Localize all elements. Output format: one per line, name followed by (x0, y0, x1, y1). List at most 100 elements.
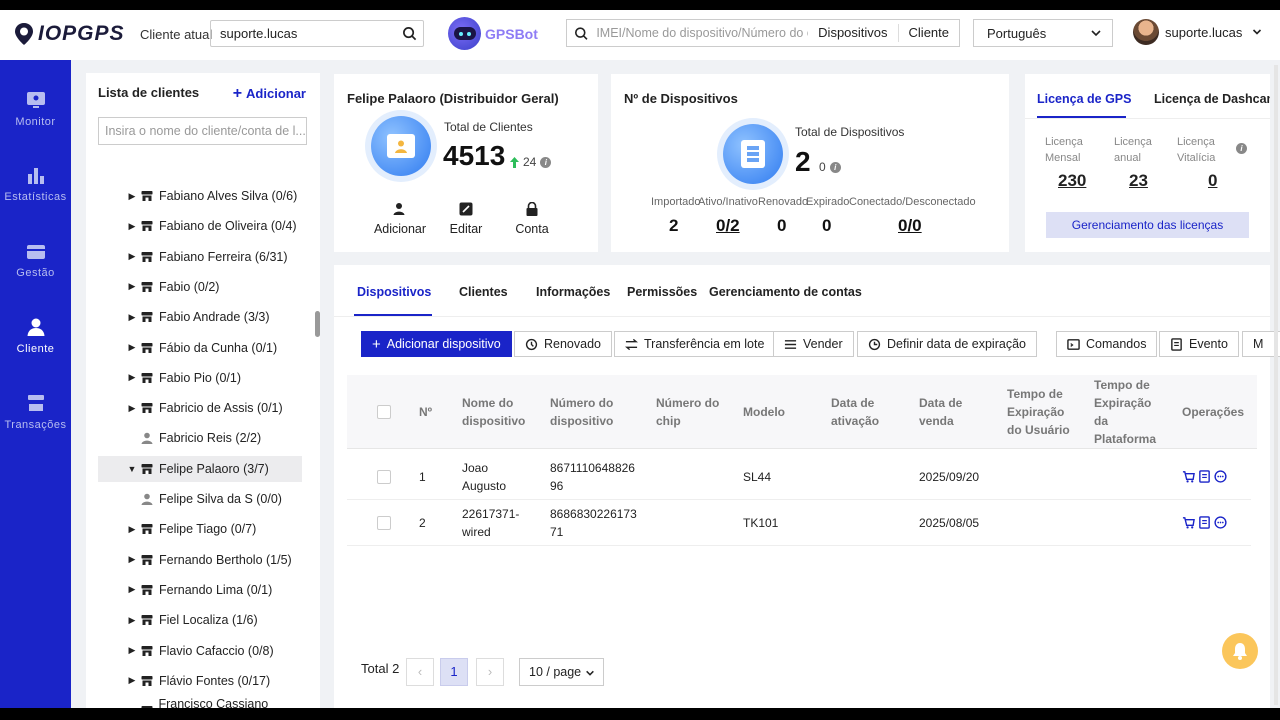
tab-account-management[interactable]: Gerenciamento de contas (709, 285, 862, 299)
client-tree-item[interactable]: ▶ Francisco Cassiano (1/50) (98, 697, 302, 708)
logo[interactable]: IOPGPS (14, 22, 125, 46)
col-sale-date[interactable]: Data de venda (919, 394, 962, 430)
table-row[interactable]: 2 22617371- wired 8686830226173 71 TK101 2025/… (347, 500, 1251, 546)
caret-right-icon[interactable]: ▶ (123, 372, 141, 383)
caret-right-icon[interactable]: ▶ (123, 281, 141, 292)
caret-right-icon[interactable]: ▶ (123, 221, 141, 232)
tab-devices[interactable]: Dispositivos (357, 285, 431, 299)
page-scrollbar[interactable] (1274, 65, 1278, 705)
client-tree-item[interactable]: ▶ Fabio Pio (0/1) (98, 365, 302, 391)
lifetime-license-value[interactable]: 0 (1208, 171, 1217, 191)
cart-icon[interactable] (1182, 516, 1195, 529)
avatar[interactable] (1133, 19, 1159, 45)
document-icon[interactable] (1198, 470, 1211, 483)
client-tree-item[interactable]: Fabricio Reis (2/2) (98, 425, 302, 451)
table-row[interactable]: 1 Joao Augusto 8671110648826 96 SL44 2025/09/2… (347, 454, 1251, 500)
sell-button[interactable]: Vender (773, 331, 854, 357)
monthly-license-value[interactable]: 230 (1058, 171, 1086, 191)
edit-button[interactable]: Editar (436, 202, 496, 236)
caret-right-icon[interactable]: ▶ (123, 615, 141, 626)
search-icon[interactable] (402, 26, 417, 41)
client-tree-item[interactable]: ▶ Felipe Tiago (0/7) (98, 516, 302, 542)
renewed-button[interactable]: Renovado (514, 331, 612, 357)
add-device-button[interactable]: + Adicionar dispositivo (361, 331, 512, 357)
row-device-number[interactable]: 8671110648826 96 (550, 459, 635, 495)
client-tree-item[interactable]: ▶ Flavio Cafaccio (0/8) (98, 638, 302, 664)
sidebar-item-management[interactable]: Gestão (0, 241, 71, 279)
page-size-select[interactable]: 10 / page (519, 658, 604, 686)
page-number[interactable]: 1 (440, 658, 468, 686)
caret-down-icon[interactable]: ▼ (123, 464, 141, 474)
client-tree-item[interactable]: ▼ Felipe Palaoro (3/7) (98, 455, 302, 482)
info-icon[interactable]: i (829, 161, 841, 173)
add-button[interactable]: Adicionar (370, 202, 430, 236)
client-tree-item[interactable]: ▶ Fabio (0/2) (98, 274, 302, 300)
info-icon[interactable]: i (1236, 143, 1247, 154)
col-device-name[interactable]: Nome do dispositivo (462, 394, 525, 430)
tab-information[interactable]: Informações (536, 285, 610, 299)
more-options-icon[interactable] (1214, 470, 1227, 483)
client-tree-item[interactable]: ▶ Fernando Lima (0/1) (98, 577, 302, 603)
col-platform-expiry[interactable]: Tempo de Expiração da Plataforma (1094, 376, 1156, 448)
active-inactive-value[interactable]: 0/2 (716, 216, 740, 236)
search-option-client[interactable]: Cliente (897, 24, 959, 42)
current-client-input[interactable]: suporte.lucas (210, 20, 424, 47)
sidebar-item-transactions[interactable]: Transações (0, 393, 71, 431)
client-search-input[interactable]: Insira o nome do cliente/conta de l... (98, 117, 307, 145)
sidebar-item-monitor[interactable]: Monitor (0, 90, 71, 128)
language-select[interactable]: Português (973, 19, 1113, 47)
global-search[interactable]: IMEI/Nome do dispositivo/Número do car..… (566, 19, 960, 47)
client-tree-item[interactable]: ▶ Fernando Bertholo (1/5) (98, 547, 302, 573)
client-tree-item[interactable]: ▶ Fabricio de Assis (0/1) (98, 395, 302, 421)
prev-page-button[interactable]: ‹ (406, 658, 434, 686)
add-client-button[interactable]: + Adicionar (233, 85, 306, 103)
caret-right-icon[interactable]: ▶ (123, 524, 141, 535)
commands-button[interactable]: Comandos (1056, 331, 1158, 357)
col-user-expiry[interactable]: Tempo de Expiração do Usuário (1007, 385, 1070, 439)
cart-icon[interactable] (1182, 470, 1195, 483)
next-page-button[interactable]: › (476, 658, 504, 686)
gpsbot-button[interactable]: GPSBot (448, 17, 538, 50)
caret-right-icon[interactable]: ▶ (123, 191, 141, 202)
caret-right-icon[interactable]: ▶ (123, 706, 141, 708)
row-device-number[interactable]: 8686830226173 71 (550, 505, 637, 541)
caret-right-icon[interactable]: ▶ (123, 251, 141, 262)
col-chip-number[interactable]: Número do chip (656, 394, 719, 430)
search-option-devices[interactable]: Dispositivos (808, 24, 897, 42)
select-all-checkbox[interactable] (377, 405, 391, 419)
col-activation-date[interactable]: Data de ativação (831, 394, 879, 430)
client-tree-item[interactable]: ▶ Flávio Fontes (0/17) (98, 668, 302, 694)
event-button[interactable]: Evento (1159, 331, 1239, 357)
tab-gps-license[interactable]: Licença de GPS (1037, 92, 1131, 106)
client-list-scrollbar[interactable] (315, 311, 320, 337)
caret-right-icon[interactable]: ▶ (123, 675, 141, 686)
client-tree-item[interactable]: ▶ Fabio Andrade (3/3) (98, 304, 302, 330)
client-tree-item[interactable]: ▶ Fabiano de Oliveira (0/4) (98, 213, 302, 239)
client-tree-item[interactable]: Felipe Silva da S (0/0) (98, 486, 302, 512)
caret-right-icon[interactable]: ▶ (123, 584, 141, 595)
set-expiry-button[interactable]: Definir data de expiração (857, 331, 1037, 357)
client-tree-item[interactable]: ▶ Fabiano Alves Silva (0/6) (98, 183, 302, 209)
connected-value[interactable]: 0/0 (898, 216, 922, 236)
client-tree-item[interactable]: ▶ Fabiano Ferreira (6/31) (98, 244, 302, 270)
caret-right-icon[interactable]: ▶ (123, 312, 141, 323)
annual-license-value[interactable]: 23 (1129, 171, 1148, 191)
info-icon[interactable]: i (540, 156, 552, 168)
client-tree-item[interactable]: ▶ Fiel Localiza (1/6) (98, 607, 302, 633)
global-search-placeholder[interactable]: IMEI/Nome do dispositivo/Número do car..… (596, 26, 808, 40)
notification-bell-button[interactable] (1222, 633, 1258, 669)
sidebar-item-statistics[interactable]: Estatísticas (0, 165, 71, 203)
row-checkbox[interactable] (377, 516, 391, 530)
col-model[interactable]: Modelo (743, 403, 785, 421)
more-options-icon[interactable] (1214, 516, 1227, 529)
caret-right-icon[interactable]: ▶ (123, 554, 141, 565)
tab-clients[interactable]: Clientes (459, 285, 508, 299)
manage-licenses-button[interactable]: Gerenciamento das licenças (1046, 212, 1249, 238)
col-device-number[interactable]: Número do dispositivo (550, 394, 613, 430)
tab-dashcam-license[interactable]: Licença de Dashcam (1154, 92, 1270, 106)
user-menu[interactable]: suporte.lucas (1133, 19, 1266, 45)
caret-right-icon[interactable]: ▶ (123, 403, 141, 414)
document-icon[interactable] (1198, 516, 1211, 529)
tab-permissions[interactable]: Permissões (627, 285, 697, 299)
client-tree-item[interactable]: ▶ Fábio da Cunha (0/1) (98, 335, 302, 361)
